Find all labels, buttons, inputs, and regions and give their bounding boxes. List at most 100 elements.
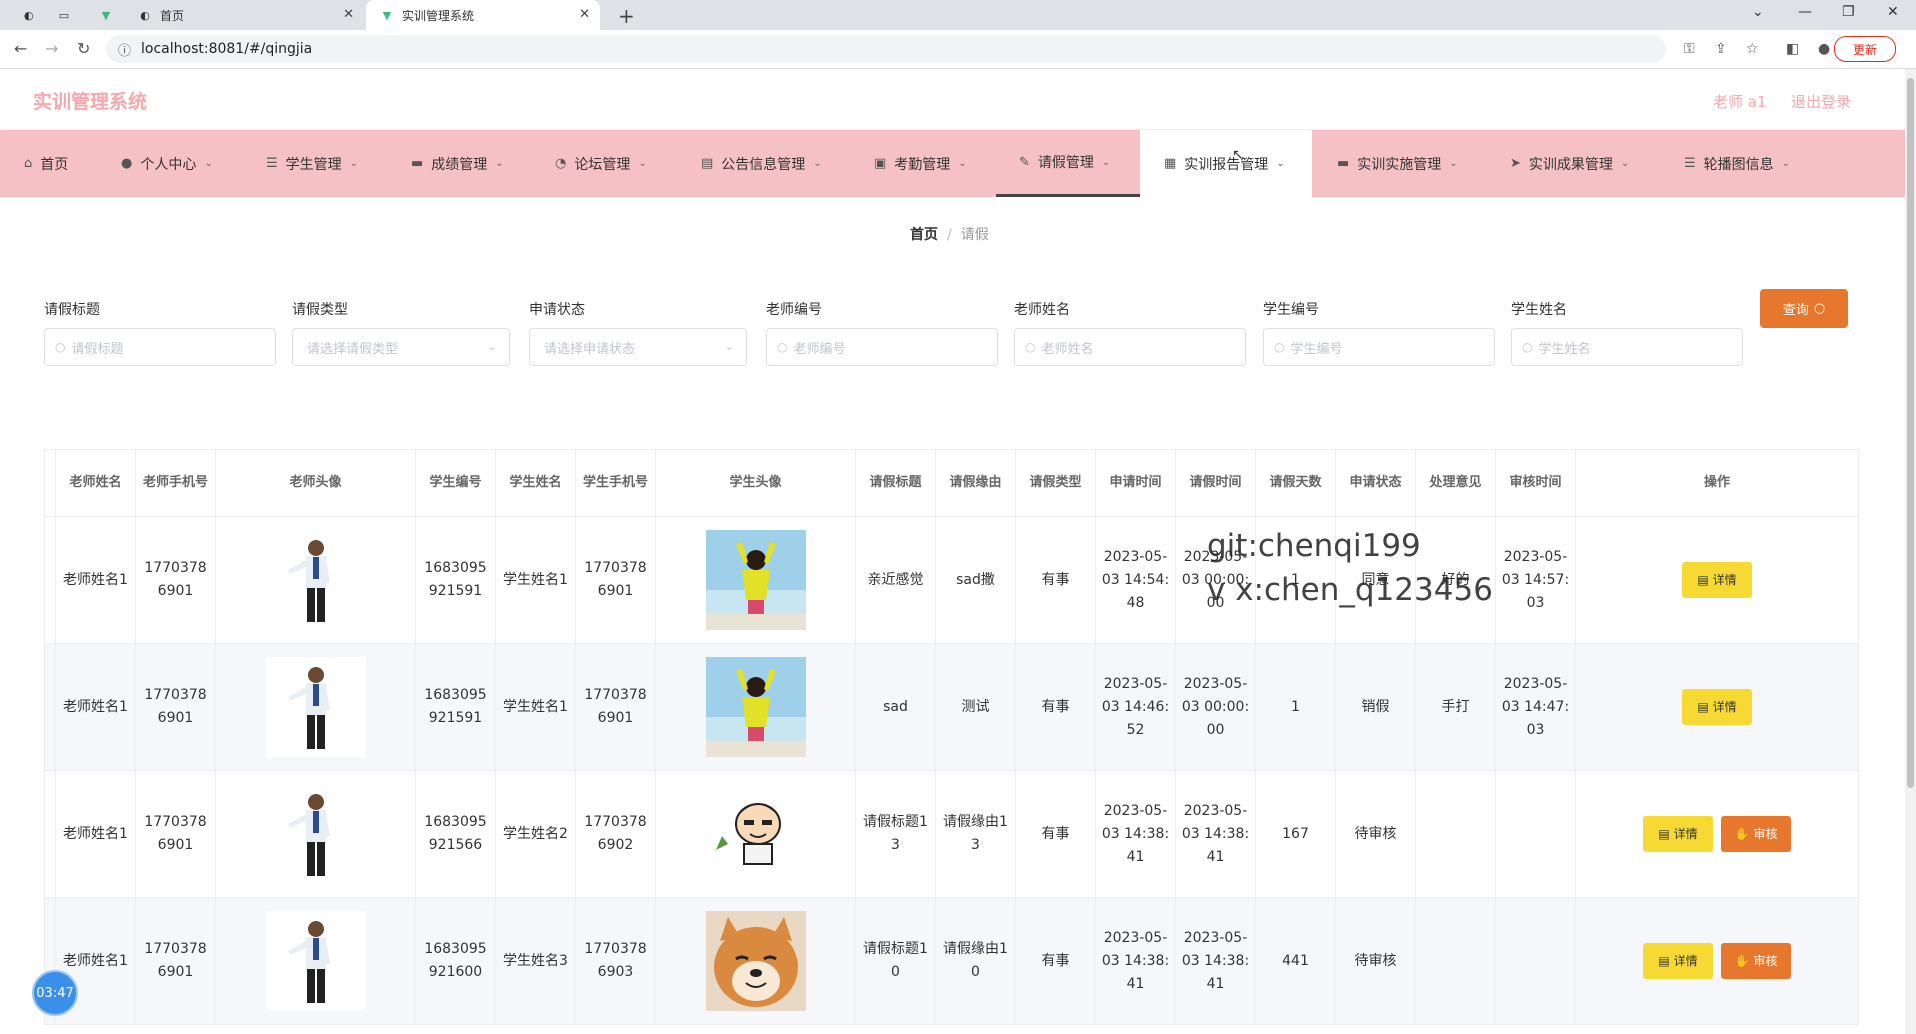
column-header: 审核时间 <box>1495 449 1576 517</box>
column-header: 学生头像 <box>655 449 856 517</box>
search-icon: ○ <box>1274 340 1285 354</box>
column-header: 申请时间 <box>1095 449 1176 517</box>
menu-item-grades[interactable]: ▬ 成绩管理 ⌄ <box>411 130 521 197</box>
table-row: 老师姓名1 17703786901 1683095921566 学生姓名2 177037… <box>44 770 1859 898</box>
back-button[interactable]: ← <box>14 39 27 58</box>
menu-label: 轮播图信息 <box>1703 156 1774 173</box>
audit-button[interactable]: ✋ 审核 <box>1721 816 1791 852</box>
browser-tab-bar: ◐ ▭ ▼ ◐ 首页 ✕ ▼ 实训管理系统 ✕ + ⌄ — ❐ ✕ <box>0 0 1916 30</box>
forward-button[interactable]: → <box>45 39 58 58</box>
menu-item-leave[interactable]: ✎ 请假管理 ⌄ <box>996 130 1140 197</box>
key-icon[interactable]: ⚿ <box>1684 41 1695 57</box>
menu-item-forum[interactable]: ◔ 论坛管理 ⌄ <box>555 130 665 197</box>
teacher-no-input[interactable]: ○ 老师编号 <box>766 328 998 366</box>
tab-title: 首页 <box>160 8 185 23</box>
globe-icon: ◐ <box>24 8 34 22</box>
close-icon[interactable]: ✕ <box>579 7 590 22</box>
chevron-down-icon: ⌄ <box>1101 156 1111 168</box>
table-cell-student-phone: 17703786902 <box>575 770 656 898</box>
actions-cell: ▤ 详情 ✋ 审核 <box>1575 897 1859 1025</box>
filter-label-teacher-no: 老师编号 <box>766 302 822 318</box>
star-icon[interactable]: ☆ <box>1746 41 1759 57</box>
compass-icon: ◔ <box>555 156 567 171</box>
table-cell-status: 销假 <box>1335 643 1416 771</box>
table-cell-teacher-name: 老师姓名1 <box>55 643 136 771</box>
menu-item-students[interactable]: ☰ 学生管理 ⌄ <box>266 130 376 197</box>
column-header: 请假天数 <box>1255 449 1336 517</box>
column-header: 老师姓名 <box>55 449 136 517</box>
selection-column <box>44 449 56 517</box>
browser-tab-active[interactable]: ▼ 实训管理系统 ✕ <box>366 0 600 30</box>
detail-button[interactable]: ▤ 详情 <box>1682 689 1752 725</box>
document-icon: ▤ <box>1697 572 1709 587</box>
update-button[interactable]: 更新 <box>1834 36 1896 62</box>
detail-button[interactable]: ▤ 详情 <box>1643 816 1713 852</box>
table-cell-student-name: 学生姓名2 <box>495 770 576 898</box>
column-header: 老师头像 <box>215 449 416 517</box>
button-label: 详情 <box>1712 572 1737 587</box>
menu-item-implement[interactable]: ▬ 实训实施管理 ⌄ <box>1337 130 1467 197</box>
menu-item-notice[interactable]: ▤ 公告信息管理 ⌄ <box>701 130 831 197</box>
scrollbar-thumb[interactable] <box>1907 78 1914 788</box>
student-no-input[interactable]: ○ 学生编号 <box>1263 328 1495 366</box>
window-close-button[interactable]: ✕ <box>1887 4 1899 20</box>
address-bar-row: ← → ↻ ⓘ localhost:8081/#/qingjia ⚿ ⇪ ☆ ◧… <box>0 30 1916 69</box>
browser-tab[interactable]: ◐ <box>10 0 40 30</box>
selection-cell <box>44 770 56 898</box>
browser-tab[interactable]: ◐ 首页 ✕ <box>124 0 364 30</box>
send-icon: ➤ <box>1510 156 1521 171</box>
status-select[interactable]: 请选择申请状态 ⌄ <box>529 328 747 366</box>
detail-button[interactable]: ▤ 详情 <box>1643 943 1713 979</box>
profile-icon[interactable]: ● <box>1818 41 1830 57</box>
chevron-down-icon: ⌄ <box>1620 158 1630 169</box>
url-field[interactable]: ⓘ localhost:8081/#/qingjia <box>106 35 1666 63</box>
sidepanel-icon[interactable]: ◧ <box>1786 41 1799 57</box>
timer-badge: 03:47 <box>32 970 78 1016</box>
menu-icon: ☰ <box>1684 156 1696 171</box>
menu-item-attendance[interactable]: ▣ 考勤管理 ⌄ <box>874 130 984 197</box>
menu-item-profile[interactable]: ● 个人中心 ⌄ <box>121 130 231 197</box>
table-cell-apply-time: 2023-05-03 14:38:41 <box>1095 770 1176 898</box>
browser-tab[interactable]: ▼ <box>86 0 120 30</box>
column-header: 请假时间 <box>1175 449 1256 517</box>
info-icon[interactable]: ⓘ <box>118 40 131 59</box>
hand-icon: ✋ <box>1734 826 1750 841</box>
logout-link[interactable]: 退出登录 <box>1791 91 1851 112</box>
tab-search-icon[interactable]: ⌄ <box>1752 4 1764 20</box>
column-header: 处理意见 <box>1415 449 1496 517</box>
table-cell-type: 有事 <box>1015 516 1096 644</box>
grid-icon: ▦ <box>1164 156 1177 171</box>
restore-button[interactable]: ❐ <box>1842 4 1855 20</box>
teacher-name-input[interactable]: ○ 老师姓名 <box>1014 328 1246 366</box>
teacher-avatar <box>265 911 366 1011</box>
table-cell-leave-time: 2023-05-03 14:38:41 <box>1175 897 1256 1025</box>
column-header: 老师手机号 <box>135 449 216 517</box>
browser-tab[interactable]: ▭ <box>44 0 78 30</box>
leave-type-select[interactable]: 请选择请假类型 ⌄ <box>292 328 510 366</box>
student-name-input[interactable]: ○ 学生姓名 <box>1511 328 1743 366</box>
menu-label: 实训报告管理 <box>1184 156 1269 173</box>
filter-label-type: 请假类型 <box>292 302 348 318</box>
chevron-down-icon: ⌄ <box>495 158 504 169</box>
detail-button[interactable]: ▤ 详情 <box>1682 562 1752 598</box>
student-avatar <box>705 530 806 630</box>
menu-item-results[interactable]: ➤ 实训成果管理 ⌄ <box>1510 130 1640 197</box>
minimize-button[interactable]: — <box>1798 4 1812 20</box>
close-icon[interactable]: ✕ <box>343 7 354 22</box>
table-cell-teacher-phone: 17703786901 <box>135 643 216 771</box>
new-tab-button[interactable]: + <box>618 4 635 28</box>
share-icon[interactable]: ⇪ <box>1715 41 1727 57</box>
student-avatar-cell <box>655 770 856 898</box>
menu-item-carousel[interactable]: ☰ 轮播图信息 ⌄ <box>1684 130 1804 197</box>
table-cell-student-phone: 17703786901 <box>575 516 656 644</box>
leave-title-input[interactable]: ○ 请假标题 <box>44 328 276 366</box>
breadcrumb-home[interactable]: 首页 <box>910 227 938 243</box>
query-button[interactable]: 查询 ○ <box>1760 289 1848 328</box>
menu-item-home[interactable]: ⌂ 首页 <box>24 130 94 197</box>
audit-button[interactable]: ✋ 审核 <box>1721 943 1791 979</box>
reload-button[interactable]: ↻ <box>77 39 90 58</box>
menu-item-report[interactable]: ▦ 实训报告管理 ⌄ <box>1140 130 1312 197</box>
search-icon: ○ <box>777 340 788 354</box>
document-icon: ▤ <box>1658 826 1670 841</box>
box-icon: ▬ <box>1337 156 1350 171</box>
